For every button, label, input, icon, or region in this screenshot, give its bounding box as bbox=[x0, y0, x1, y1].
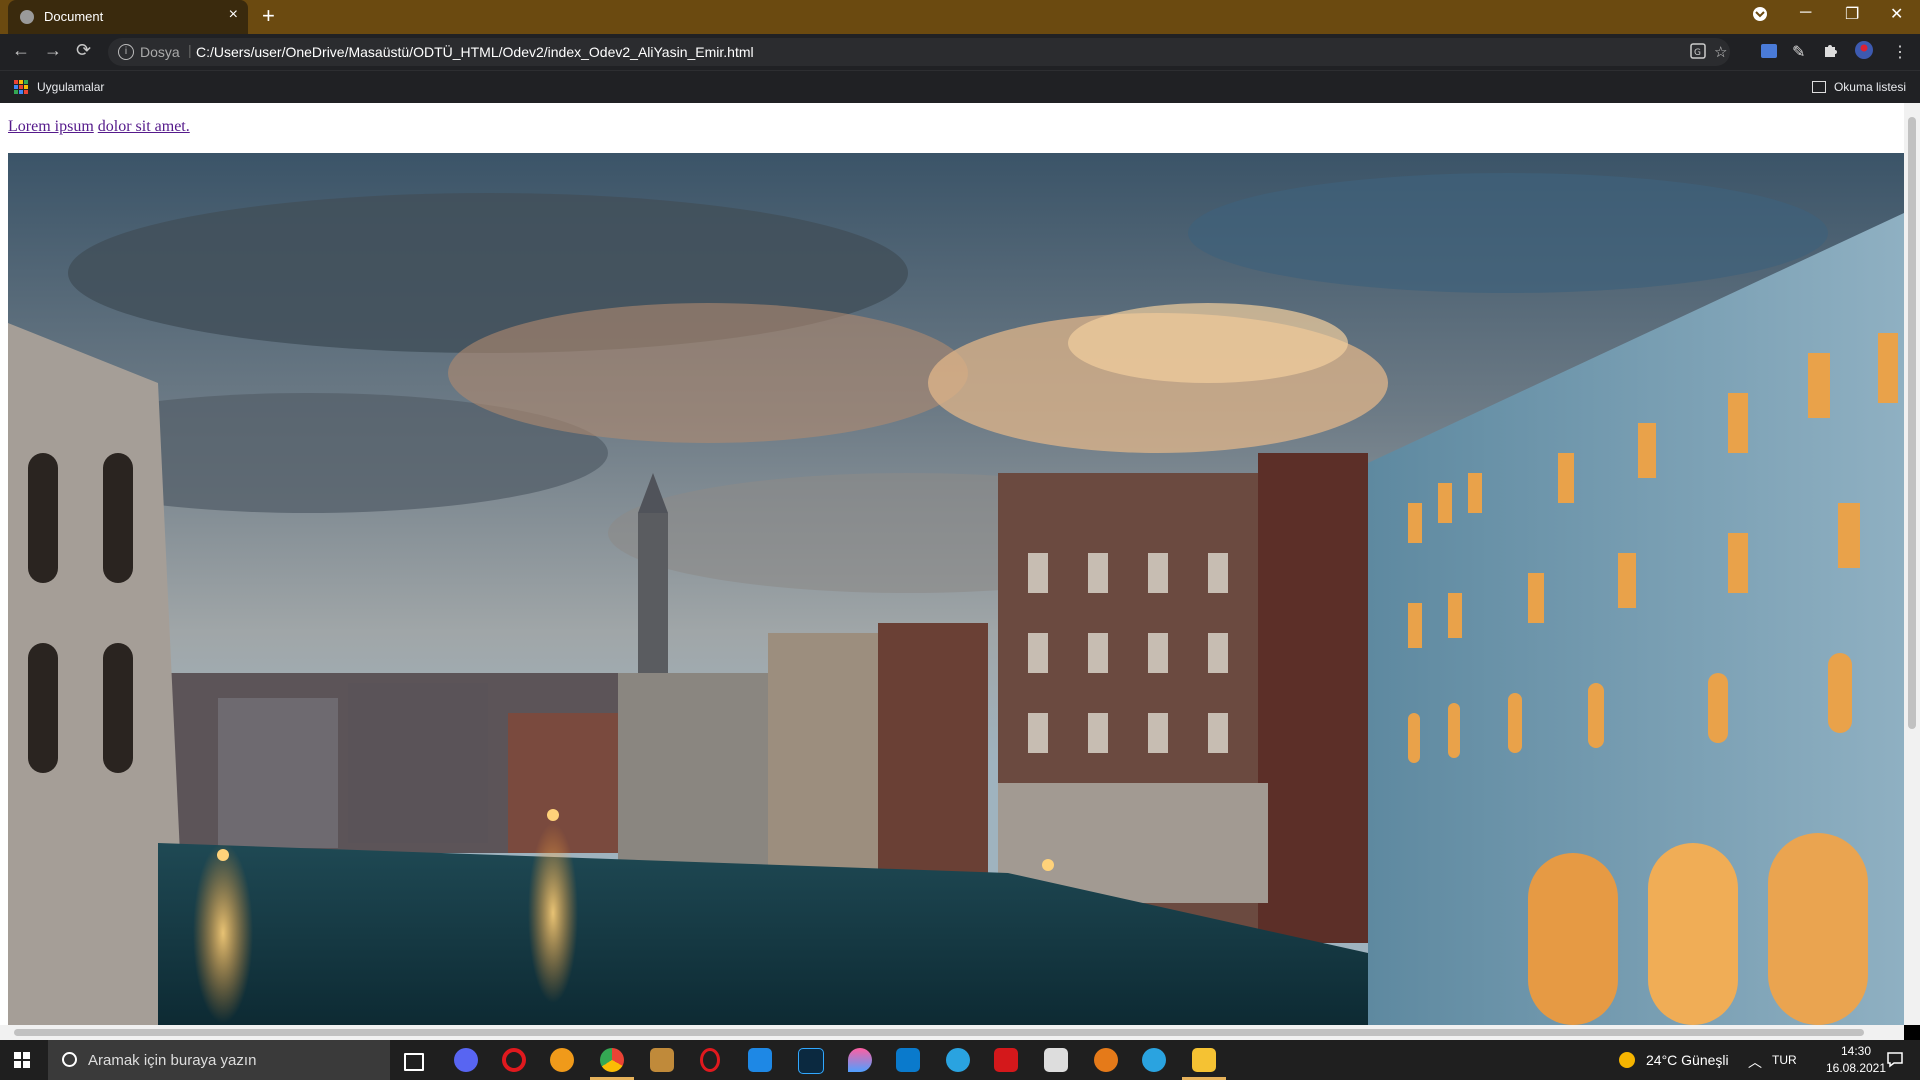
info-icon[interactable]: i bbox=[118, 44, 134, 60]
reload-icon[interactable]: ⟳ bbox=[76, 40, 91, 61]
extension-translate-icon[interactable] bbox=[1760, 42, 1778, 65]
notification-icon[interactable] bbox=[1886, 1050, 1904, 1071]
profile-dropdown-icon[interactable] bbox=[1752, 6, 1768, 27]
new-tab-icon[interactable]: + bbox=[262, 3, 275, 29]
taskbar-search-placeholder: Aramak için buraya yazın bbox=[88, 1052, 257, 1069]
link-lorem-ipsum[interactable]: Lorem ipsum bbox=[8, 118, 94, 135]
tab-strip: Document × + ─ ❐ ✕ bbox=[0, 0, 1920, 34]
minimize-icon[interactable]: ─ bbox=[1800, 4, 1811, 22]
address-url[interactable]: C:/Users/user/OneDrive/Masaüstü/ODTÜ_HTM… bbox=[196, 44, 754, 60]
address-scheme-label: Dosya bbox=[140, 44, 180, 60]
blender-icon[interactable] bbox=[1094, 1048, 1118, 1072]
horizontal-scrollbar[interactable] bbox=[0, 1025, 1904, 1040]
color-drop-icon[interactable] bbox=[848, 1048, 872, 1072]
tab-document[interactable]: Document × bbox=[8, 0, 248, 34]
extensions-puzzle-icon[interactable] bbox=[1822, 42, 1838, 63]
league-icon[interactable] bbox=[650, 1048, 674, 1072]
opera-gx-icon[interactable] bbox=[700, 1048, 720, 1072]
task-view-icon[interactable] bbox=[404, 1053, 424, 1071]
horizontal-scroll-thumb[interactable] bbox=[14, 1029, 1864, 1036]
clock-time: 14:30 bbox=[1840, 1044, 1872, 1058]
browser-chrome: Document × + ─ ❐ ✕ ← → ⟳ i Dosya | C:/Us… bbox=[0, 0, 1920, 104]
apps-grid-icon[interactable] bbox=[14, 80, 28, 94]
reading-list-button[interactable]: Okuma listesi bbox=[1811, 80, 1906, 94]
weather-text[interactable]: 24°C Güneşli bbox=[1646, 1052, 1729, 1068]
vscode-icon[interactable] bbox=[896, 1048, 920, 1072]
windows-taskbar: Aramak için buraya yazın 24°C Güneşli ︿ … bbox=[0, 1040, 1920, 1080]
address-separator: | bbox=[188, 42, 192, 58]
globe-icon bbox=[20, 10, 34, 24]
clock-date: 16.08.2021 bbox=[1825, 1061, 1887, 1075]
reading-list-label: Okuma listesi bbox=[1833, 80, 1906, 94]
bookmark-apps[interactable]: Uygulamalar bbox=[37, 80, 104, 94]
link-row: Lorem ipsum dolor sit amet. bbox=[8, 118, 190, 136]
close-window-icon[interactable]: ✕ bbox=[1890, 4, 1903, 24]
vertical-scrollbar[interactable] bbox=[1904, 103, 1920, 1025]
browser-toolbar: ← → ⟳ i Dosya | C:/Users/user/OneDrive/M… bbox=[0, 34, 1920, 70]
tab-title: Document bbox=[44, 9, 104, 24]
address-bar[interactable]: i Dosya | C:/Users/user/OneDrive/Masaüst… bbox=[108, 38, 1730, 66]
chrome-icon[interactable] bbox=[600, 1048, 624, 1072]
vertical-scroll-thumb[interactable] bbox=[1908, 117, 1916, 729]
taskbar-search[interactable]: Aramak için buraya yazın bbox=[48, 1040, 390, 1080]
back-icon[interactable]: ← bbox=[12, 40, 30, 61]
search-icon bbox=[62, 1052, 77, 1067]
taskbar-clock[interactable]: 14:30 16.08.2021 bbox=[1816, 1043, 1896, 1077]
opera-icon[interactable] bbox=[502, 1048, 526, 1072]
sun-icon bbox=[1618, 1051, 1636, 1072]
telegram-desktop-icon[interactable] bbox=[1142, 1048, 1166, 1072]
flame-app-icon[interactable] bbox=[550, 1048, 574, 1072]
discord-icon[interactable] bbox=[454, 1048, 478, 1072]
restore-icon[interactable]: ❐ bbox=[1845, 4, 1859, 24]
acrobat-icon[interactable] bbox=[994, 1048, 1018, 1072]
tray-chevron-icon[interactable]: ︿ bbox=[1748, 1052, 1762, 1072]
windows-start-icon[interactable] bbox=[14, 1052, 30, 1068]
tab-close-icon[interactable]: × bbox=[229, 6, 238, 24]
page-viewport: Lorem ipsum dolor sit amet. bbox=[0, 103, 1904, 1025]
photoshop-icon[interactable] bbox=[798, 1048, 824, 1074]
telegram-icon[interactable] bbox=[946, 1048, 970, 1072]
pen-extension-icon[interactable]: ✎ bbox=[1792, 42, 1805, 62]
link-dolor-sit-amet[interactable]: dolor sit amet. bbox=[98, 118, 190, 135]
mail-icon[interactable] bbox=[748, 1048, 772, 1072]
profile-avatar[interactable] bbox=[1854, 40, 1874, 65]
reading-list-icon bbox=[1811, 81, 1826, 93]
store-icon[interactable] bbox=[1044, 1048, 1068, 1072]
menu-kebab-icon[interactable]: ⋮ bbox=[1892, 42, 1908, 62]
forward-icon[interactable]: → bbox=[44, 40, 62, 61]
file-explorer-icon[interactable] bbox=[1192, 1048, 1216, 1072]
svg-text:G: G bbox=[1694, 48, 1701, 58]
language-indicator[interactable]: TUR bbox=[1772, 1053, 1797, 1067]
translate-icon[interactable]: G bbox=[1690, 43, 1706, 63]
bookmark-star-icon[interactable]: ☆ bbox=[1714, 43, 1727, 61]
venice-canal-photo bbox=[8, 153, 1904, 1025]
bookmarks-bar: Uygulamalar Okuma listesi bbox=[0, 70, 1920, 104]
